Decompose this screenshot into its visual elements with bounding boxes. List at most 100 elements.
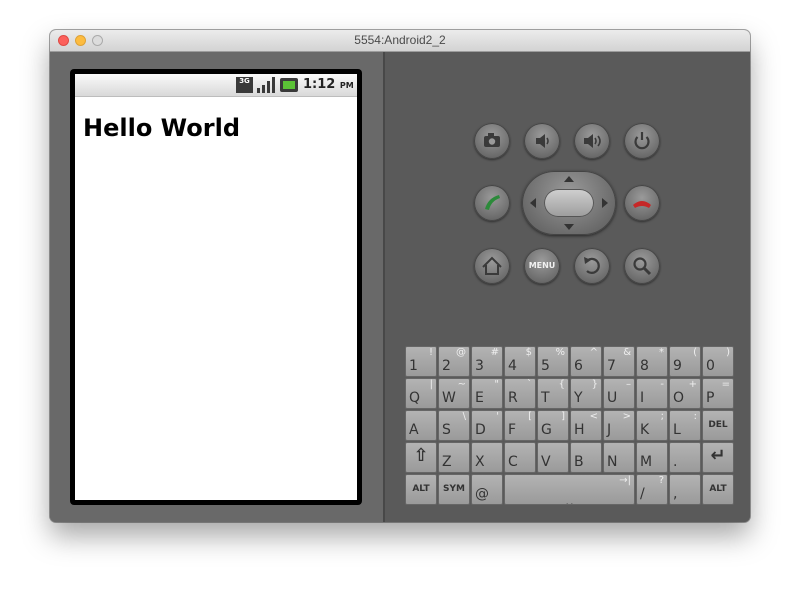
key-label: 9 <box>673 358 682 374</box>
key-label: 7 <box>607 358 616 374</box>
key-at[interactable]: @ <box>471 474 503 505</box>
key-x[interactable]: X <box>471 442 503 473</box>
key-label: C <box>508 454 518 470</box>
key-0[interactable]: 0) <box>702 346 734 377</box>
key-u[interactable]: U – <box>603 378 635 409</box>
key-l[interactable]: L: <box>669 410 701 441</box>
back-button[interactable] <box>574 248 610 284</box>
key-label: DEL <box>708 420 728 430</box>
phone-screen[interactable]: 3G 1:12 PM Hello World <box>75 74 357 500</box>
key-period[interactable]: . <box>669 442 701 473</box>
key-space[interactable]: ⎵ →| <box>504 474 635 505</box>
key-1[interactable]: 1! <box>405 346 437 377</box>
key-shift[interactable]: ⇧ <box>405 442 437 473</box>
key-label: G <box>541 422 552 438</box>
key-alt[interactable]: ALT <box>405 474 437 505</box>
camera-button[interactable] <box>474 123 510 159</box>
key-w[interactable]: W ~ <box>438 378 470 409</box>
key-z[interactable]: Z <box>438 442 470 473</box>
key-secondary-label: ; <box>660 411 664 422</box>
key-label: J <box>607 422 612 438</box>
volume-up-button[interactable] <box>574 123 610 159</box>
key-7[interactable]: 7 & <box>603 346 635 377</box>
key-s[interactable]: S \ <box>438 410 470 441</box>
key-label: H <box>574 422 585 438</box>
volume-down-button[interactable] <box>524 123 560 159</box>
key-secondary-label: ` <box>527 379 532 390</box>
key-alt-right[interactable]: ALT <box>702 474 734 505</box>
key-t[interactable]: T{ <box>537 378 569 409</box>
key-label: 2 <box>442 358 451 374</box>
key-9[interactable]: 9( <box>669 346 701 377</box>
key-o[interactable]: O + <box>669 378 701 409</box>
key-label: 1 <box>409 358 418 374</box>
key-secondary-label: ^ <box>589 347 598 358</box>
key-c[interactable]: C <box>504 442 536 473</box>
key-label: E <box>475 390 484 406</box>
key-sym[interactable]: SYM <box>438 474 470 505</box>
key-secondary-label: % <box>555 347 565 358</box>
key-label: F <box>508 422 517 438</box>
key-secondary-label: ! <box>428 347 433 358</box>
search-button[interactable] <box>624 248 660 284</box>
key-p[interactable]: P = <box>702 378 734 409</box>
key-label: 5 <box>541 358 550 374</box>
key-delete[interactable]: DEL <box>702 410 734 441</box>
key-m[interactable]: M <box>636 442 668 473</box>
key-h[interactable]: H < <box>570 410 602 441</box>
key-comma[interactable]: , <box>669 474 701 505</box>
key-8[interactable]: 8 * <box>636 346 668 377</box>
key-4[interactable]: 4 $ <box>504 346 536 377</box>
key-y[interactable]: Y} <box>570 378 602 409</box>
key-f[interactable]: F[ <box>504 410 536 441</box>
key-enter[interactable]: ↵ <box>702 442 734 473</box>
menu-label: MENU <box>528 261 556 270</box>
dpad-center-button[interactable] <box>544 189 594 217</box>
key-g[interactable]: G] <box>537 410 569 441</box>
key-label: ALT <box>709 484 727 494</box>
key-k[interactable]: K; <box>636 410 668 441</box>
key-secondary-label: < <box>589 411 598 422</box>
key-q[interactable]: Q | <box>405 378 437 409</box>
key-d[interactable]: D ' <box>471 410 503 441</box>
search-icon <box>633 257 652 276</box>
key-label: L <box>673 422 681 438</box>
status-bar: 3G 1:12 PM <box>75 74 357 97</box>
home-button[interactable] <box>474 248 510 284</box>
key-label: . <box>673 454 678 470</box>
dpad[interactable] <box>522 171 616 235</box>
key-secondary-label: = <box>721 379 730 390</box>
status-time: 1:12 PM <box>303 77 354 92</box>
end-call-button[interactable] <box>624 185 660 221</box>
key-secondary-label: } <box>591 379 598 390</box>
key-b[interactable]: B <box>570 442 602 473</box>
key-r[interactable]: R ` <box>504 378 536 409</box>
key-e[interactable]: E " <box>471 378 503 409</box>
menu-button[interactable]: MENU <box>524 248 560 284</box>
call-button[interactable] <box>474 185 510 221</box>
key-i[interactable]: I- <box>636 378 668 409</box>
key-j[interactable]: J > <box>603 410 635 441</box>
key-2[interactable]: 2 @ <box>438 346 470 377</box>
key-v[interactable]: V <box>537 442 569 473</box>
3g-network-icon: 3G <box>236 77 253 93</box>
key-3[interactable]: 3 # <box>471 346 503 377</box>
shift-icon: ⇧ <box>413 445 429 466</box>
key-n[interactable]: N <box>603 442 635 473</box>
key-label: R <box>508 390 518 406</box>
key-secondary-label: : <box>693 411 697 422</box>
end-call-icon <box>633 201 651 208</box>
key-secondary-label: | <box>429 379 433 390</box>
power-button[interactable] <box>624 123 660 159</box>
key-label: I <box>640 390 645 406</box>
key-slash[interactable]: /? <box>636 474 668 505</box>
volume-down-icon <box>536 134 549 148</box>
key-label: 3 <box>475 358 484 374</box>
key-a[interactable]: A <box>405 410 437 441</box>
key-label: ALT <box>412 484 430 494</box>
key-secondary-label: [ <box>528 411 532 422</box>
key-5[interactable]: 5% <box>537 346 569 377</box>
space-icon: ⎵ <box>566 489 573 505</box>
key-6[interactable]: 6 ^ <box>570 346 602 377</box>
key-label: @ <box>475 486 489 502</box>
